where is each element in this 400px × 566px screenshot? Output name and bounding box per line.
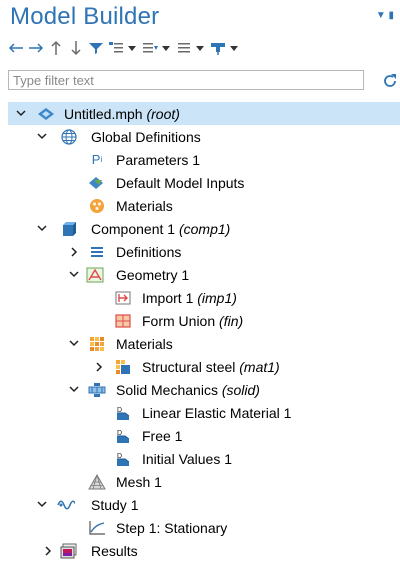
tree-item-tag: (imp1) (197, 289, 237, 306)
tree-item-label: Untitled.mph (64, 105, 143, 122)
tree-item-parameters[interactable]: Pi Parameters 1 (0, 148, 400, 171)
tree-item-structural-steel[interactable]: Structural steel (mat1) (0, 355, 400, 378)
refresh-icon[interactable] (381, 72, 399, 90)
tree-item-label: Solid Mechanics (116, 381, 218, 398)
study-icon (57, 496, 75, 514)
physics-feature-icon: D (114, 404, 132, 422)
tree-item-import[interactable]: Import 1 (imp1) (0, 286, 400, 309)
expand-sections-icon[interactable] (108, 39, 124, 57)
stationary-step-icon (88, 519, 106, 537)
tree-item-label: Structural steel (142, 358, 236, 375)
tree-item-label: Global Definitions (91, 128, 201, 145)
model-builder-toolbar (8, 38, 244, 58)
collapse-chevron-icon[interactable] (93, 361, 105, 373)
physics-feature-icon: D (114, 450, 132, 468)
model-inputs-icon (88, 174, 106, 192)
tree-item-tag: (root) (146, 105, 180, 122)
tree-item-label: Form Union (142, 312, 216, 329)
model-tree-node-text-icon[interactable] (176, 39, 192, 57)
move-up-icon[interactable] (48, 39, 64, 57)
results-icon (60, 542, 78, 560)
definitions-icon (88, 243, 106, 261)
filter-input[interactable] (8, 70, 364, 90)
back-arrow-icon[interactable] (8, 39, 24, 57)
physics-add-dropdown-icon[interactable] (230, 39, 238, 57)
tree-item-label: Materials (116, 335, 173, 352)
tree-item-label: Step 1: Stationary (116, 519, 228, 536)
globe-icon (60, 128, 78, 146)
tree-item-mesh[interactable]: Mesh 1 (0, 470, 400, 493)
tree-item-step[interactable]: Step 1: Stationary (0, 516, 400, 539)
solid-mechanics-icon (88, 381, 106, 399)
expand-chevron-icon[interactable] (68, 384, 80, 396)
tree-item-label: Free 1 (142, 427, 183, 444)
expand-chevron-icon[interactable] (15, 108, 27, 120)
tree-item-label: Materials (116, 197, 173, 214)
tree-item-definitions[interactable]: Definitions (0, 240, 400, 263)
tree-item-tag: (comp1) (178, 220, 231, 237)
tree-item-tag: (fin) (219, 312, 244, 329)
tree-item-geometry[interactable]: Geometry 1 (0, 263, 400, 286)
tree-item-root[interactable]: Untitled.mph (root) (0, 102, 400, 125)
expand-chevron-icon[interactable] (36, 223, 48, 235)
collapse-sections-dropdown-icon[interactable] (162, 39, 170, 57)
import-icon (114, 289, 132, 307)
panel-title: Model Builder (10, 3, 160, 30)
tree-item-results[interactable]: Results (0, 539, 400, 562)
panel-menu-icon[interactable]: ▼ ▮ (376, 10, 394, 21)
parameters-icon: Pi (91, 152, 103, 167)
tree-item-global-definitions[interactable]: Global Definitions (0, 125, 400, 148)
show-filter-icon[interactable] (88, 39, 104, 57)
materials-grid-icon (88, 335, 106, 353)
node-text-dropdown-icon[interactable] (196, 39, 204, 57)
forward-arrow-icon[interactable] (28, 39, 44, 57)
tree-item-materials[interactable]: Materials (0, 332, 400, 355)
tree-item-solid-mechanics[interactable]: Solid Mechanics (solid) (0, 378, 400, 401)
tree-item-label: Study 1 (91, 496, 139, 513)
material-icon (114, 358, 132, 376)
tree-item-component[interactable]: Component 1 (comp1) (0, 217, 400, 240)
expand-chevron-icon[interactable] (36, 131, 48, 143)
tree-item-tag: (solid) (221, 381, 260, 398)
collapse-chevron-icon[interactable] (68, 246, 80, 258)
tree-item-initial-values[interactable]: D Initial Values 1 (0, 447, 400, 470)
physics-add-icon[interactable] (210, 39, 226, 57)
form-union-icon (114, 312, 132, 330)
move-down-icon[interactable] (68, 39, 84, 57)
expand-sections-dropdown-icon[interactable] (128, 39, 136, 57)
component-icon (60, 220, 78, 238)
tree-item-study[interactable]: Study 1 (0, 493, 400, 516)
tree-item-label: Results (91, 542, 138, 559)
tree-item-label: Initial Values 1 (142, 450, 233, 467)
tree-item-form-union[interactable]: Form Union (fin) (0, 309, 400, 332)
tree-item-label: Definitions (116, 243, 182, 260)
model-file-icon (37, 105, 55, 123)
mesh-icon (88, 473, 106, 491)
expand-chevron-icon[interactable] (68, 338, 80, 350)
tree-item-label: Geometry 1 (116, 266, 190, 283)
tree-item-label: Mesh 1 (116, 473, 162, 490)
collapse-chevron-icon[interactable] (42, 545, 54, 557)
tree-item-tag: (mat1) (239, 358, 280, 375)
tree-item-label: Default Model Inputs (116, 174, 245, 191)
expand-chevron-icon[interactable] (68, 269, 80, 281)
tree-item-label: Linear Elastic Material 1 (142, 404, 292, 421)
tree-item-label: Component 1 (91, 220, 176, 237)
tree-item-free[interactable]: D Free 1 (0, 424, 400, 447)
tree-item-default-model-inputs[interactable]: Default Model Inputs (0, 171, 400, 194)
tree-item-label: Import 1 (142, 289, 194, 306)
geometry-icon (86, 266, 104, 284)
materials-icon (88, 197, 106, 215)
collapse-sections-icon[interactable] (142, 39, 158, 57)
tree-item-global-materials[interactable]: Materials (0, 194, 400, 217)
tree-item-label: Parameters 1 (116, 151, 201, 168)
physics-feature-icon: D (114, 427, 132, 445)
expand-chevron-icon[interactable] (36, 499, 48, 511)
tree-item-linear-elastic-material[interactable]: D Linear Elastic Material 1 (0, 401, 400, 424)
